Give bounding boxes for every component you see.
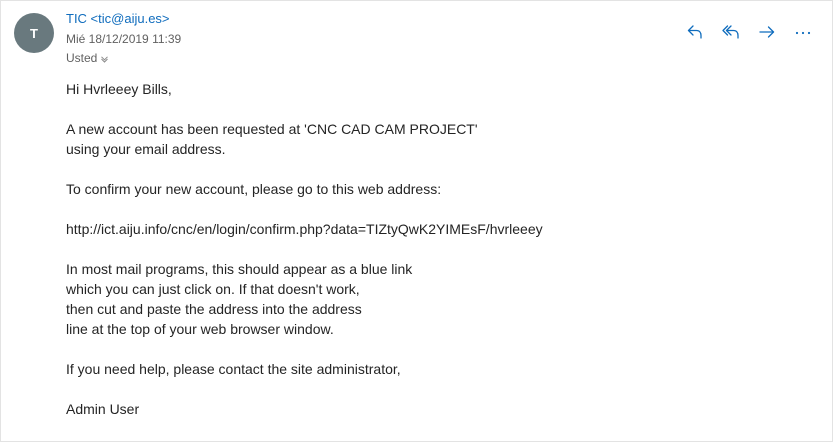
reply-all-icon bbox=[722, 25, 739, 39]
body-line: then cut and paste the address into the … bbox=[66, 301, 362, 317]
body-line: A new account has been requested at 'CNC… bbox=[66, 121, 478, 137]
sender-name[interactable]: TIC <tic@aiju.es> bbox=[66, 11, 170, 26]
greeting: Hi Hvrleeey Bills, bbox=[66, 81, 172, 97]
message-date: Mié 18/12/2019 11:39 bbox=[66, 32, 182, 46]
more-icon bbox=[795, 31, 811, 35]
reply-all-button[interactable] bbox=[720, 21, 742, 43]
avatar-initial: T bbox=[30, 25, 38, 41]
body-line: To confirm your new account, please go t… bbox=[66, 181, 442, 197]
reply-button[interactable] bbox=[684, 21, 706, 43]
recipient-row[interactable]: Usted bbox=[66, 51, 109, 65]
message-body: Hi Hvrleeey Bills, A new account has bee… bbox=[66, 79, 806, 419]
body-line: using your email address. bbox=[66, 141, 226, 157]
chevron-down-icon[interactable] bbox=[100, 54, 109, 63]
signature: Admin User bbox=[66, 401, 140, 417]
confirmation-url: http://ict.aiju.info/cnc/en/login/confir… bbox=[66, 221, 543, 237]
more-actions-button[interactable] bbox=[792, 21, 814, 43]
forward-button[interactable] bbox=[756, 21, 778, 43]
forward-icon bbox=[759, 26, 775, 38]
body-line: line at the top of your web browser wind… bbox=[66, 321, 334, 337]
email-reading-pane: T TIC <tic@aiju.es> Mié 18/12/2019 11:39… bbox=[0, 0, 833, 442]
avatar[interactable]: T bbox=[14, 13, 54, 53]
body-line: If you need help, please contact the sit… bbox=[66, 361, 401, 377]
body-line: which you can just click on. If that doe… bbox=[66, 281, 360, 297]
message-actions bbox=[684, 21, 814, 43]
body-line: In most mail programs, this should appea… bbox=[66, 261, 413, 277]
reply-icon bbox=[687, 25, 702, 39]
recipient-label: Usted bbox=[66, 51, 98, 65]
